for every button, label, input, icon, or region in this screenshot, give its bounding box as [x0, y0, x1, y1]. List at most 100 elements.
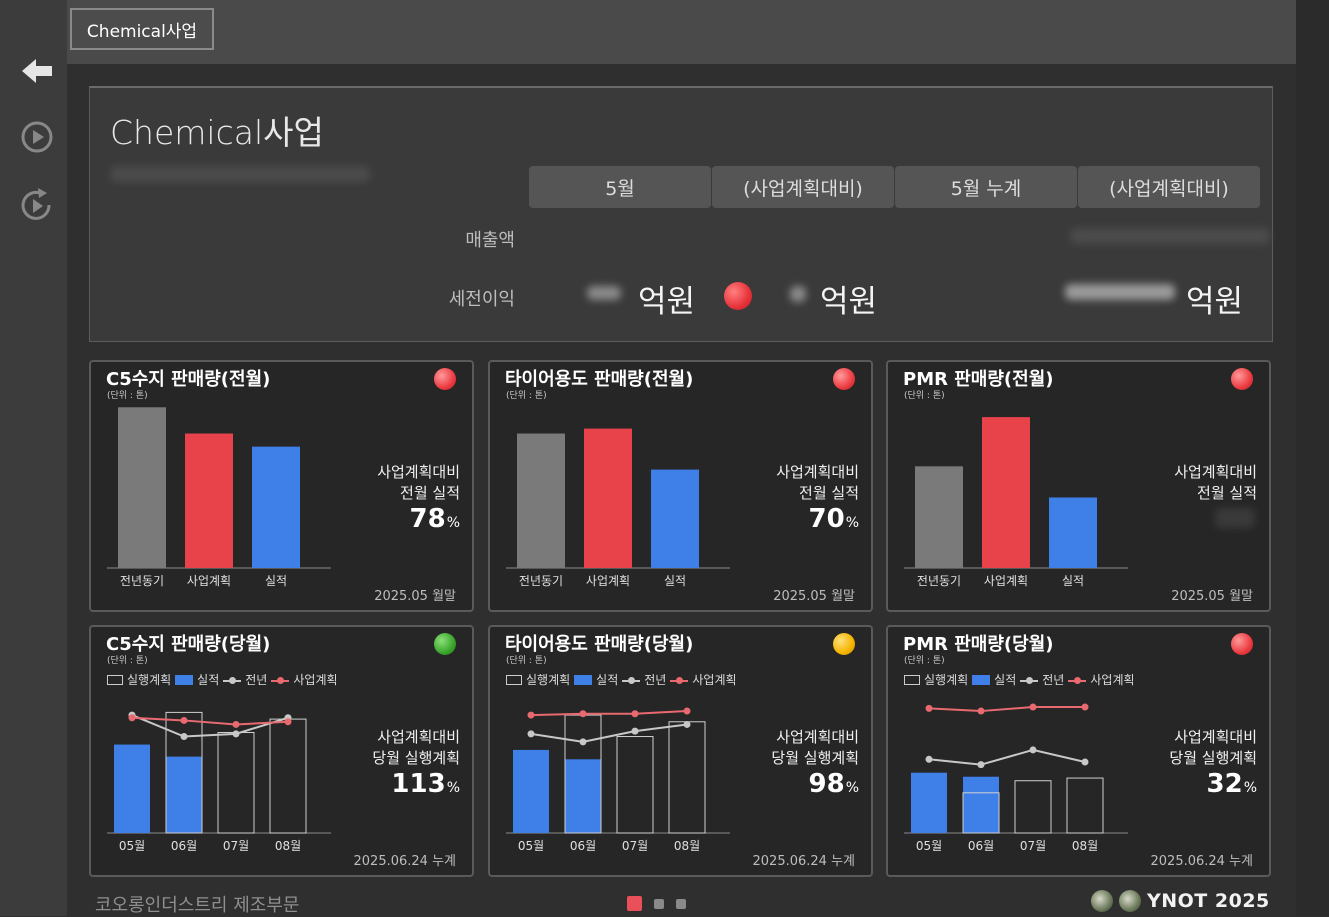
left-rail — [0, 0, 67, 916]
bar-0 — [915, 466, 963, 568]
value-number: 98 — [808, 769, 845, 799]
biz-point — [1029, 703, 1037, 711]
prev-point — [683, 720, 691, 728]
x-tick-label: 07월 — [622, 839, 648, 853]
prev-line — [928, 748, 1086, 766]
prev-point — [1081, 758, 1089, 766]
actual-bar — [565, 759, 601, 833]
card-tire-prev: 타이어용도 판매량(전월) (단위 : 톤) 전년동기 사업계획 실적 사업계획대비… — [488, 360, 873, 612]
biz-point — [128, 714, 136, 722]
blurred-profit-cumulative — [1065, 284, 1175, 300]
x-tick-label: 05월 — [518, 839, 544, 853]
vs-plan-value: 70% — [809, 504, 860, 534]
prev-point — [925, 755, 933, 763]
actual-bar — [166, 756, 202, 833]
status-dot — [1231, 633, 1253, 655]
x-tick-label: 07월 — [1020, 839, 1046, 853]
value-unit: % — [446, 515, 460, 531]
company-name: 코오롱인더스트리 제조부문 — [95, 895, 300, 916]
card-footer: 2025.05 월말 — [374, 589, 456, 604]
bar-2 — [651, 469, 699, 568]
blurred-sales-value — [1070, 228, 1270, 244]
back-arrow-icon[interactable] — [18, 52, 56, 90]
label-line-2: 전월 실적 — [1197, 484, 1257, 502]
card-pmr-prev: PMR 판매량(전월) (단위 : 톤) 전년동기 사업계획 실적 사업계획대비 전월… — [886, 360, 1271, 612]
play-icon[interactable] — [18, 118, 56, 156]
combo-chart: 05월 06월 07월 08월 — [506, 707, 730, 853]
prev-point — [977, 761, 985, 769]
x-tick-label: 07월 — [223, 839, 249, 853]
prev-point — [579, 738, 587, 746]
biz-line — [928, 706, 1085, 713]
vs-plan-value: 32% — [1207, 769, 1258, 799]
value-unit: % — [845, 780, 859, 796]
card-c5-prev: C5수지 판매량(전월) (단위 : 톤) 전년동기 사업계획 실적 사업계획대비 전… — [89, 360, 474, 612]
blurred-profit-vs-plan — [790, 286, 806, 302]
status-dot — [434, 368, 456, 390]
bar-1 — [185, 433, 233, 568]
biz-point — [925, 704, 933, 712]
x-tick-label: 전년동기 — [120, 574, 164, 588]
right-edge — [1296, 0, 1329, 916]
biz-point — [1081, 703, 1089, 711]
prev-point — [232, 730, 240, 738]
x-tick-label: 05월 — [119, 839, 145, 853]
brand-logo-icon — [1119, 890, 1141, 912]
status-dot — [833, 368, 855, 390]
plan-bar — [616, 736, 654, 834]
actual-bar — [513, 749, 549, 833]
profit-cumulative-unit: 억원 — [1186, 284, 1244, 320]
vs-plan-label: 사업계획대비당월 실행계획 — [310, 727, 460, 769]
x-tick-label: 05월 — [916, 839, 942, 853]
label-line-2: 당월 실행계획 — [372, 749, 460, 767]
refresh-play-icon[interactable] — [18, 186, 56, 224]
biz-point — [527, 711, 535, 719]
page-dot-1[interactable] — [627, 896, 642, 911]
brand: YNOT 2025 — [1091, 890, 1270, 912]
card-footer: 2025.06.24 누계 — [752, 854, 856, 869]
label-line-1: 사업계획대비 — [1174, 463, 1257, 481]
col-month: 5월 — [529, 166, 711, 208]
biz-line — [530, 710, 688, 717]
x-tick-label: 08월 — [1072, 839, 1098, 853]
label-line-1: 사업계획대비 — [1174, 728, 1257, 746]
bar-chart: 전년동기 사업계획 실적 — [107, 407, 331, 588]
page-indicator — [627, 896, 686, 911]
bar-1 — [982, 417, 1030, 568]
vs-plan-value: 98% — [809, 769, 860, 799]
label-line-1: 사업계획대비 — [377, 728, 460, 746]
card-c5-curr: C5수지 판매량(당월) (단위 : 톤) 실행계획 실적 전년 사업계획 05… — [89, 625, 474, 877]
x-tick-label: 사업계획 — [984, 574, 1028, 588]
col-cumulative-vs-plan: (사업계획대비) — [1078, 166, 1260, 208]
bar-2 — [252, 446, 300, 568]
value-number: 113 — [391, 769, 446, 799]
prev-line — [530, 723, 688, 743]
x-tick-label: 실적 — [1062, 574, 1084, 588]
label-line-1: 사업계획대비 — [377, 463, 460, 481]
page-dot-2[interactable] — [654, 898, 664, 909]
page-dot-3[interactable] — [676, 898, 686, 909]
prev-point — [631, 727, 639, 735]
biz-point — [631, 710, 639, 718]
combo-chart: 05월 06월 07월 08월 — [107, 711, 331, 853]
brand-text: YNOT 2025 — [1147, 890, 1270, 912]
actual-bar — [911, 772, 947, 833]
bar-1 — [584, 428, 632, 568]
x-tick-label: 사업계획 — [586, 574, 630, 588]
plan-bar — [269, 718, 307, 834]
biz-point — [232, 720, 240, 728]
label-line-2: 전월 실적 — [799, 484, 859, 502]
prev-point — [1029, 746, 1037, 754]
x-tick-label: 전년동기 — [519, 574, 563, 588]
top-band — [67, 0, 1296, 64]
label-line-2: 전월 실적 — [400, 484, 460, 502]
card-footer: 2025.06.24 누계 — [353, 854, 457, 869]
vs-plan-label: 사업계획대비 당월 실행계획 — [1107, 727, 1257, 769]
status-dot — [1231, 368, 1253, 390]
vs-plan-label: 사업계획대비 전월 실적 — [709, 462, 859, 504]
tab-chemical[interactable]: Chemical사업 — [70, 8, 214, 50]
x-tick-label: 06월 — [968, 839, 994, 853]
x-tick-label: 실적 — [664, 574, 686, 588]
card-tire-curr: 타이어용도 판매량(당월) (단위 : 톤) 실행계획 실적 전년 사업계획 0… — [488, 625, 873, 877]
label-line-2: 당월 실행계획 — [771, 749, 859, 767]
